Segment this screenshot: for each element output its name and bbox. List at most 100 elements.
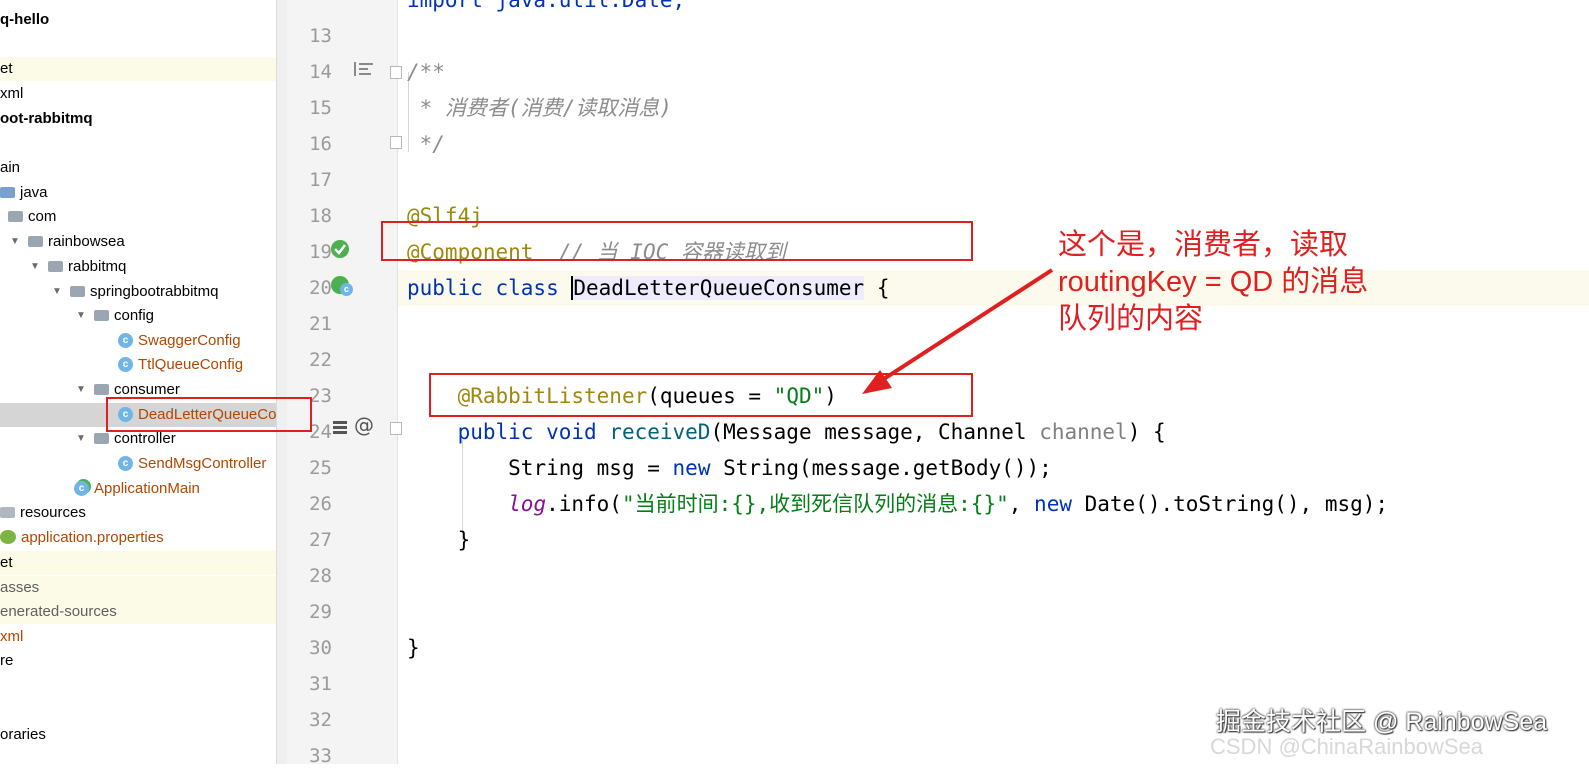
tree-item-label: oraries <box>0 726 46 744</box>
line-number: 15 <box>309 97 332 119</box>
tree-item[interactable]: enerated-sources <box>0 600 276 624</box>
line-number: 22 <box>309 349 332 371</box>
tree-item[interactable] <box>0 698 276 722</box>
tree-item-label: xml <box>0 628 24 646</box>
import-statement: import java.util.Date; <box>407 0 686 12</box>
tree-item[interactable]: q-hello <box>0 8 276 32</box>
tree-item-label: consumer <box>114 381 180 399</box>
java-class-icon: c <box>118 356 133 372</box>
line-number: 33 <box>309 745 332 767</box>
line-number: 17 <box>309 169 332 191</box>
at-icon[interactable]: @ <box>354 415 374 435</box>
line-number: 19 <box>309 241 332 263</box>
chevron-down-icon[interactable]: ▼ <box>50 280 64 304</box>
chevron-down-icon[interactable]: ▼ <box>74 378 88 402</box>
tree-item[interactable]: ▼ springbootrabbitmq <box>0 280 276 304</box>
tree-item-label: SendMsgController <box>138 455 267 473</box>
note-line-2: routingKey = QD 的消息 <box>1058 266 1369 298</box>
java-class-icon: c <box>118 332 133 348</box>
tree-item[interactable]: c ApplicationMain <box>0 477 276 501</box>
line-number: 21 <box>309 313 332 335</box>
editor-gutter: c @ 13 14 15 16 17 18 19 20 21 22 23 24 25 26 27 28 29 30… <box>287 0 402 767</box>
tree-item[interactable]: oraries <box>0 723 276 747</box>
folder-icon <box>28 235 43 247</box>
stack-icon[interactable] <box>332 419 348 437</box>
tree-item[interactable]: c SwaggerConfig <box>0 329 276 353</box>
folder-icon <box>0 186 15 198</box>
tree-item[interactable]: application.properties <box>0 526 276 550</box>
juejin-watermark: 掘金技术社区 @ RainbowSea <box>1216 708 1548 736</box>
panel-splitter[interactable] <box>276 0 287 764</box>
tree-item[interactable] <box>0 131 276 155</box>
code-line-24: public void receiveD(Message message, Ch… <box>457 420 1166 444</box>
tree-item[interactable]: asses <box>0 576 276 600</box>
note-line-3: 队列的内容 <box>1058 303 1204 335</box>
code-line-12: import java.util.Date; <box>398 0 1589 18</box>
class-name[interactable]: DeadLetterQueueConsumer <box>571 276 865 300</box>
tree-item[interactable]: xml <box>0 625 276 649</box>
tree-item-label: re <box>0 652 14 670</box>
tree-item-label: application.properties <box>21 529 164 547</box>
code-line-26: log.info("当前时间:{},收到死信队列的消息:{}", new Dat… <box>508 492 1389 516</box>
properties-file-icon <box>0 530 16 545</box>
tree-item-label: ApplicationMain <box>94 480 200 498</box>
chevron-down-icon[interactable]: ▼ <box>74 304 88 328</box>
tree-item-label: et <box>0 554 13 572</box>
line-number: 29 <box>309 601 332 623</box>
tree-item-label: springbootrabbitmq <box>90 283 219 301</box>
tree-item[interactable]: ▼ config <box>0 304 276 328</box>
folder-icon <box>48 260 63 272</box>
tree-item-label: resources <box>20 504 86 522</box>
chevron-down-icon[interactable]: ▼ <box>28 255 42 279</box>
tree-item[interactable]: resources <box>0 501 276 525</box>
tree-item[interactable]: com <box>0 205 276 229</box>
java-class-icon: c <box>74 480 89 496</box>
tree-item-label: asses <box>0 579 40 597</box>
tree-item-label: rainbowsea <box>48 233 125 251</box>
tree-item-label: xml <box>0 85 24 103</box>
highlight-box-listener <box>429 373 973 417</box>
annotation-note: 这个是，消费者，读取 routingKey = QD 的消息 队列的内容 <box>1058 227 1458 338</box>
code-line-15: * 消费者(消费/读取消息) <box>407 96 672 120</box>
tree-item[interactable]: et <box>0 57 276 81</box>
tree-item-label: ain <box>0 159 21 177</box>
code-line-16: */ <box>407 132 445 156</box>
java-class-icon: c <box>118 455 133 471</box>
chevron-down-icon[interactable]: ▼ <box>8 230 22 254</box>
tree-item[interactable]: et <box>0 551 276 575</box>
tree-item[interactable]: c TtlQueueConfig <box>0 353 276 377</box>
line-number: 18 <box>309 205 332 227</box>
folder-icon <box>94 383 109 395</box>
align-left-icon[interactable] <box>354 61 374 77</box>
tree-item[interactable]: ▼ rabbitmq <box>0 255 276 279</box>
line-number: 25 <box>309 457 332 479</box>
folder-icon <box>70 285 85 297</box>
tree-item-label: enerated-sources <box>0 603 117 621</box>
line-number: 26 <box>309 493 332 515</box>
project-tree-panel: q-hello et xml oot-rabbitmq ain java com ▼ rainb… <box>0 0 276 764</box>
tree-item[interactable]: re <box>0 649 276 673</box>
tree-item[interactable]: oot-rabbitmq <box>0 107 276 131</box>
tree-item[interactable]: c SendMsgController <box>0 452 276 476</box>
tree-item[interactable]: ain <box>0 156 276 180</box>
tree-item-label: java <box>20 184 48 202</box>
tree-item[interactable] <box>0 674 276 698</box>
tree-item-label: rabbitmq <box>68 258 127 276</box>
tree-item-label: oot-rabbitmq <box>0 110 93 128</box>
code-line-27: } <box>457 528 471 552</box>
tree-item[interactable]: ▼ rainbowsea <box>0 230 276 254</box>
tree-item-label: config <box>114 307 155 325</box>
folder-icon <box>0 506 15 518</box>
spring-bean-icon[interactable] <box>331 240 349 258</box>
folder-icon <box>8 210 23 222</box>
code-line-14: /** <box>407 60 445 84</box>
tree-item[interactable]: java <box>0 181 276 205</box>
spring-bean-class-icon[interactable]: c <box>331 276 353 296</box>
tree-item-label: com <box>28 208 57 226</box>
tree-item[interactable]: xml <box>0 82 276 106</box>
tree-item-label: q-hello <box>0 11 50 29</box>
tree-item-label: controller <box>114 430 176 448</box>
chevron-down-icon[interactable]: ▼ <box>74 427 88 451</box>
line-number: 27 <box>309 529 332 551</box>
folder-icon <box>94 432 109 444</box>
